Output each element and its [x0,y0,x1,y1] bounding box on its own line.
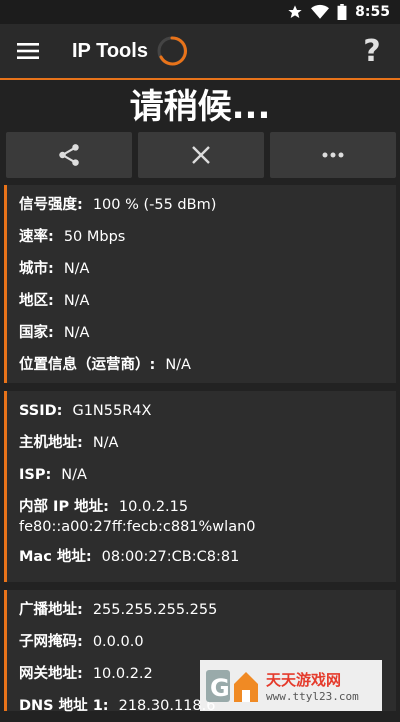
status-bar: 8:55 [0,0,400,24]
share-icon [59,144,79,166]
info-row: 广播地址: 255.255.255.255 [19,602,218,618]
watermark-url: www.ttyl23.com [266,689,359,703]
info-row-internal-ip: 内部 IP 地址: 10.0.2.15 fe80::a00:27ff:fecb:c… [19,499,256,535]
more-dots-icon [322,152,344,158]
info-row: 位置信息（运营商）: N/A [19,357,191,373]
wifi-icon [311,4,330,19]
help-button[interactable]: ? [344,23,400,79]
info-row-mac: Mac 地址: 08:00:27:CB:C8:81 [19,549,240,565]
close-icon [192,146,210,164]
page-title: 请稍候... [129,87,271,127]
menu-button[interactable] [0,23,56,79]
info-row-isp: ISP: N/A [19,467,87,483]
info-row: 速率: 50 Mbps [19,229,126,245]
info-row: 城市: N/A [19,261,90,277]
watermark-logo-icon: G [206,669,258,702]
info-row: 地区: N/A [19,293,90,309]
signal-info-card: 信号强度: 100 % (-55 dBm) 速率: 50 Mbps 城市: N/A 地… [4,185,396,383]
watermark: G 天天游戏网 www.ttyl23.com [200,660,382,711]
info-row: 子网掩码: 0.0.0.0 [19,634,144,650]
action-bar [6,132,396,178]
hamburger-icon [17,43,39,59]
watermark-name: 天天游戏网 [266,670,342,689]
info-row-ssid: SSID: G1N55R4X [19,403,152,419]
svg-text:G: G [210,674,230,702]
more-button[interactable] [270,132,396,178]
cancel-button[interactable] [138,132,264,178]
status-time: 8:55 [355,4,390,20]
loading-spinner-icon [157,36,187,66]
info-row: 国家: N/A [19,325,90,341]
app-bar: IP Tools ? [0,24,400,80]
battery-icon [337,4,347,20]
info-row: 信号强度: 100 % (-55 dBm) [19,197,217,213]
star-icon [288,5,302,18]
info-row-host: 主机地址: N/A [19,435,119,451]
share-button[interactable] [6,132,132,178]
app-title: IP Tools [72,39,148,62]
network-info-card: SSID: G1N55R4X 主机地址: N/A ISP: N/A 内部 IP 地址:… [4,391,396,582]
